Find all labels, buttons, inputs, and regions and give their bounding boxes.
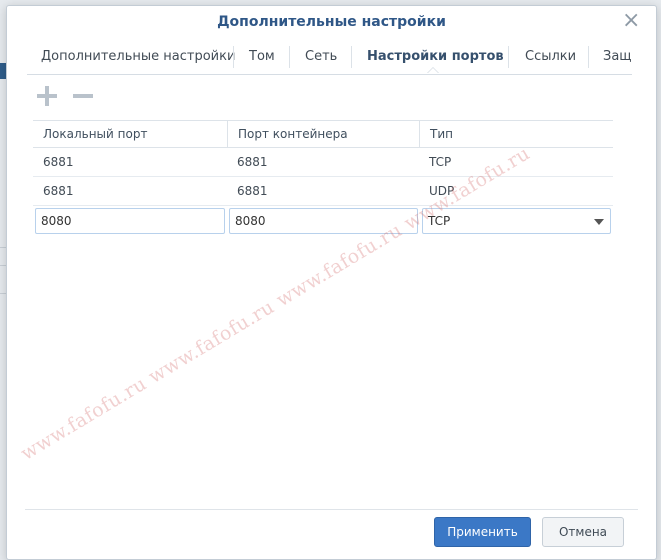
container-port-input[interactable]: 8080 — [229, 208, 418, 234]
tab-advanced-settings[interactable]: Дополнительные настройки — [39, 40, 237, 74]
tab-separator — [351, 46, 352, 68]
container-port-cell: 6881 — [237, 184, 268, 198]
tab-bar: Дополнительные настройки Том Сеть Настро… — [27, 40, 632, 75]
minus-icon — [71, 84, 95, 108]
table-row[interactable]: 6881 6881 TCP — [33, 148, 613, 177]
chevron-down-icon — [594, 219, 604, 225]
local-port-cell: 6881 — [43, 155, 74, 169]
remove-port-button[interactable] — [71, 84, 95, 108]
column-header-local-port[interactable]: Локальный порт — [33, 121, 227, 147]
plus-icon — [35, 84, 59, 108]
close-icon[interactable]: × — [622, 10, 640, 32]
tab-links[interactable]: Ссылки — [523, 40, 578, 74]
table-header: Локальный порт Порт контейнера Тип — [33, 120, 613, 148]
protocol-select[interactable]: TCP — [422, 208, 611, 234]
editing-row: 8080 8080 TCP — [33, 206, 613, 236]
tab-separator — [508, 46, 509, 68]
column-header-type[interactable]: Тип — [419, 121, 613, 147]
active-tab-indicator — [427, 67, 439, 73]
advanced-settings-dialog: Дополнительные настройки × Дополнительны… — [6, 5, 657, 560]
tab-volume[interactable]: Том — [247, 40, 277, 74]
add-port-button[interactable] — [35, 84, 59, 108]
protocol-select-value: TCP — [428, 214, 451, 228]
apply-button[interactable]: Применить — [434, 517, 531, 547]
tab-security[interactable]: Защи — [601, 40, 632, 74]
tab-network[interactable]: Сеть — [303, 40, 339, 74]
cancel-button[interactable]: Отмена — [542, 517, 624, 547]
type-cell: TCP — [429, 155, 452, 169]
local-port-input[interactable]: 8080 — [35, 208, 225, 234]
table-row[interactable]: 6881 6881 UDP — [33, 177, 613, 206]
tab-separator — [289, 46, 290, 68]
tab-separator — [588, 46, 589, 68]
tab-separator — [233, 46, 234, 68]
column-header-container-port[interactable]: Порт контейнера — [227, 121, 419, 147]
local-port-cell: 6881 — [43, 184, 74, 198]
type-cell: UDP — [429, 184, 455, 198]
port-mapping-table: Локальный порт Порт контейнера Тип 6881 … — [33, 120, 613, 236]
container-port-cell: 6881 — [237, 155, 268, 169]
footer-divider — [25, 509, 638, 510]
dialog-title: Дополнительные настройки — [217, 14, 446, 30]
